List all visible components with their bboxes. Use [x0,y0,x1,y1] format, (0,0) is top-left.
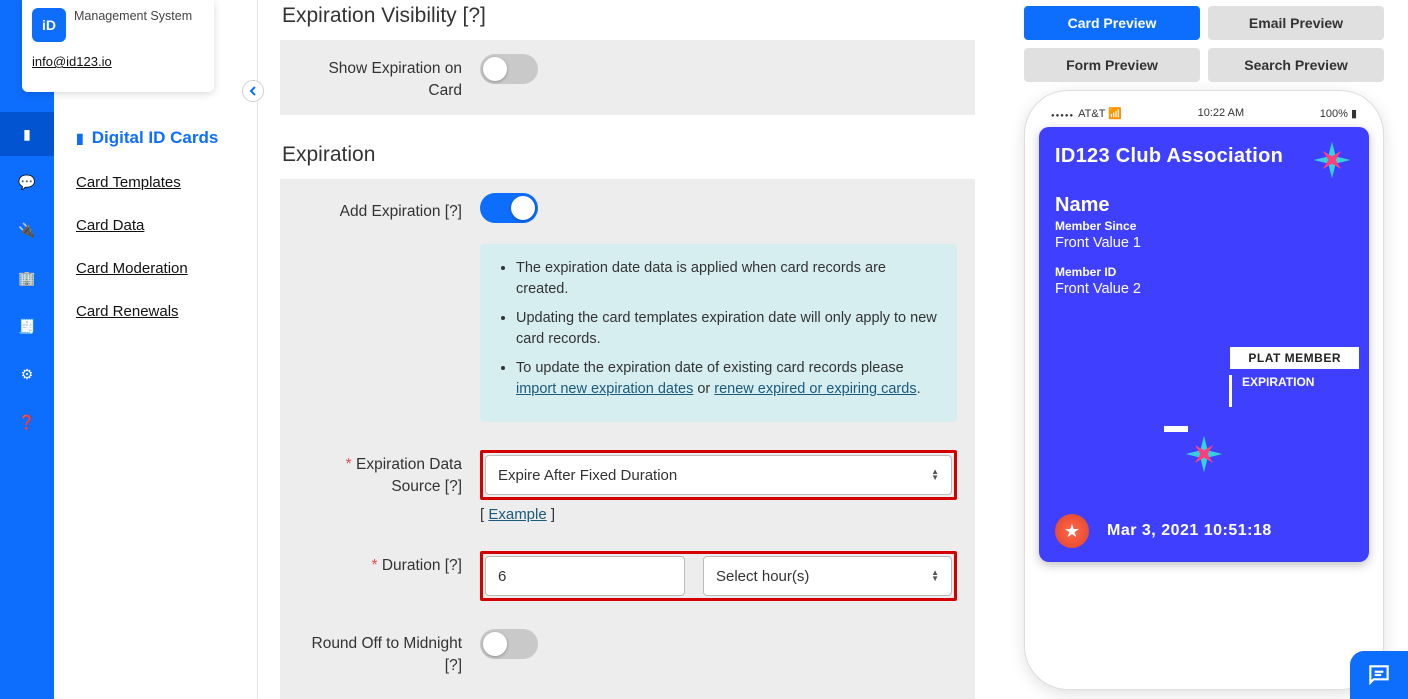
row-show-on-card: Show Expiration on Card [280,40,975,115]
info-li-2: Updating the card templates expiration d… [516,308,939,350]
expiration-info-box: The expiration date data is applied when… [480,244,957,422]
card-member-id-label: Member ID [1055,265,1353,279]
row-round-midnight: Round Off to Midnight [?] [280,615,975,690]
rail-building-icon[interactable]: 🏢 [15,266,39,290]
select-duration-unit[interactable]: Select hour(s) ▲▼ [703,556,952,596]
wifi-icon: 📶 [1108,108,1122,120]
label-expiration-source: * Expiration Data Source [?] [298,450,480,497]
status-carrier: AT&T 📶 [1051,107,1122,120]
rail-plug-icon[interactable]: 🔌 [15,218,39,242]
card-name-label: Name [1055,194,1353,217]
highlight-duration: 6 Select hour(s) ▲▼ [480,551,957,601]
card-front-value-1: Front Value 1 [1055,235,1353,251]
sidebar-item-data[interactable]: Card Data [76,217,257,234]
rail-card-icon[interactable]: ▮ [15,122,39,146]
label-add-expiration: Add Expiration [?] [298,197,480,223]
link-import-dates[interactable]: import new expiration dates [516,381,693,397]
label-duration: * Duration [?] [298,551,480,577]
example-link[interactable]: Example [488,506,546,523]
card-timestamp: Mar 3, 2021 10:51:18 [1107,522,1272,540]
rail-help-icon[interactable]: ❓ [15,410,39,434]
chevron-updown-icon: ▲▼ [931,570,939,582]
toggle-add-expiration[interactable] [480,193,538,223]
sidebar-item-templates[interactable]: Card Templates [76,174,257,191]
card-expiration-block: EXPIRATION [1229,375,1359,407]
star-icon: ★ [1055,514,1089,548]
battery-icon: ▮ [1351,108,1357,120]
tab-email-preview[interactable]: Email Preview [1208,6,1384,40]
brand-name: Management System [74,8,192,24]
preview-tabs-row2: Form Preview Search Preview [1024,48,1384,82]
label-show-on-card: Show Expiration on Card [298,54,480,101]
chevron-updown-icon: ▲▼ [931,469,939,481]
select-duration-unit-value: Select hour(s) [716,568,809,585]
rail-gear-icon[interactable]: ⚙ [15,362,39,386]
example-link-wrap: [ Example ] [480,506,957,523]
main-form: Expiration Visibility [?] Show Expiratio… [280,0,975,699]
phone-status-bar: AT&T 📶 10:22 AM 100% ▮ [1037,103,1371,123]
row-duration: * Duration [?] 6 Select hour(s) ▲▼ [280,537,975,615]
sidebar: ▮Digital ID Cards Card Templates Card Da… [54,0,258,699]
info-li-1: The expiration date data is applied when… [516,258,939,300]
sidebar-title: ▮Digital ID Cards [76,128,257,148]
highlight-expiration-source: Expire After Fixed Duration ▲▼ [480,450,957,500]
sidebar-item-moderation[interactable]: Card Moderation [76,260,257,277]
row-display-timezone: * Display Timezone [?] User Timezone [?]… [280,691,975,699]
section-expiration-title: Expiration [280,139,975,179]
info-li-3: To update the expiration date of existin… [516,358,939,400]
id-card-preview: ID123 Club Association Name Member Since… [1039,127,1369,562]
tab-search-preview[interactable]: Search Preview [1208,48,1384,82]
row-info-box: The expiration date data is applied when… [280,240,975,436]
card-icon: ▮ [76,130,84,147]
card-front-value-2: Front Value 2 [1055,281,1353,297]
sidebar-item-renewals[interactable]: Card Renewals [76,303,257,320]
row-add-expiration: Add Expiration [?] [280,179,975,240]
status-battery: 100% ▮ [1320,107,1357,120]
toggle-round-midnight[interactable] [480,629,538,659]
phone-mock: AT&T 📶 10:22 AM 100% ▮ ID123 Club Associ… [1024,90,1384,690]
icon-rail: ▮ 💬 🔌 🏢 🧾 ⚙ ❓ [0,0,54,699]
input-duration-value[interactable]: 6 [485,556,685,596]
select-expiration-source-value: Expire After Fixed Duration [498,467,677,484]
sparkle-icon [1181,431,1227,480]
collapse-sidebar-button[interactable] [242,80,264,102]
sparkle-icon [1309,137,1355,186]
card-member-since-label: Member Since [1055,219,1353,233]
select-expiration-source[interactable]: Expire After Fixed Duration ▲▼ [485,455,952,495]
brand-email-link[interactable]: info@id123.io [32,54,204,69]
brand-card: iD Management System info@id123.io [22,0,214,92]
rail-chat-icon[interactable]: 💬 [15,170,39,194]
card-tier-badge: PLAT MEMBER [1230,347,1359,369]
row-expiration-source: * Expiration Data Source [?] Expire Afte… [280,436,975,537]
chat-fab-button[interactable] [1350,651,1408,699]
tab-form-preview[interactable]: Form Preview [1024,48,1200,82]
rail-file-icon[interactable]: 🧾 [15,314,39,338]
section-visibility-title: Expiration Visibility [?] [280,0,975,40]
preview-panel: Card Preview Email Preview Form Preview … [1024,6,1384,690]
status-time: 10:22 AM [1198,107,1244,119]
toggle-show-on-card[interactable] [480,54,538,84]
link-renew-cards[interactable]: renew expired or expiring cards [714,381,916,397]
preview-tabs-row1: Card Preview Email Preview [1024,6,1384,40]
tab-card-preview[interactable]: Card Preview [1024,6,1200,40]
label-round-midnight: Round Off to Midnight [?] [298,629,480,676]
brand-logo: iD [32,8,66,42]
